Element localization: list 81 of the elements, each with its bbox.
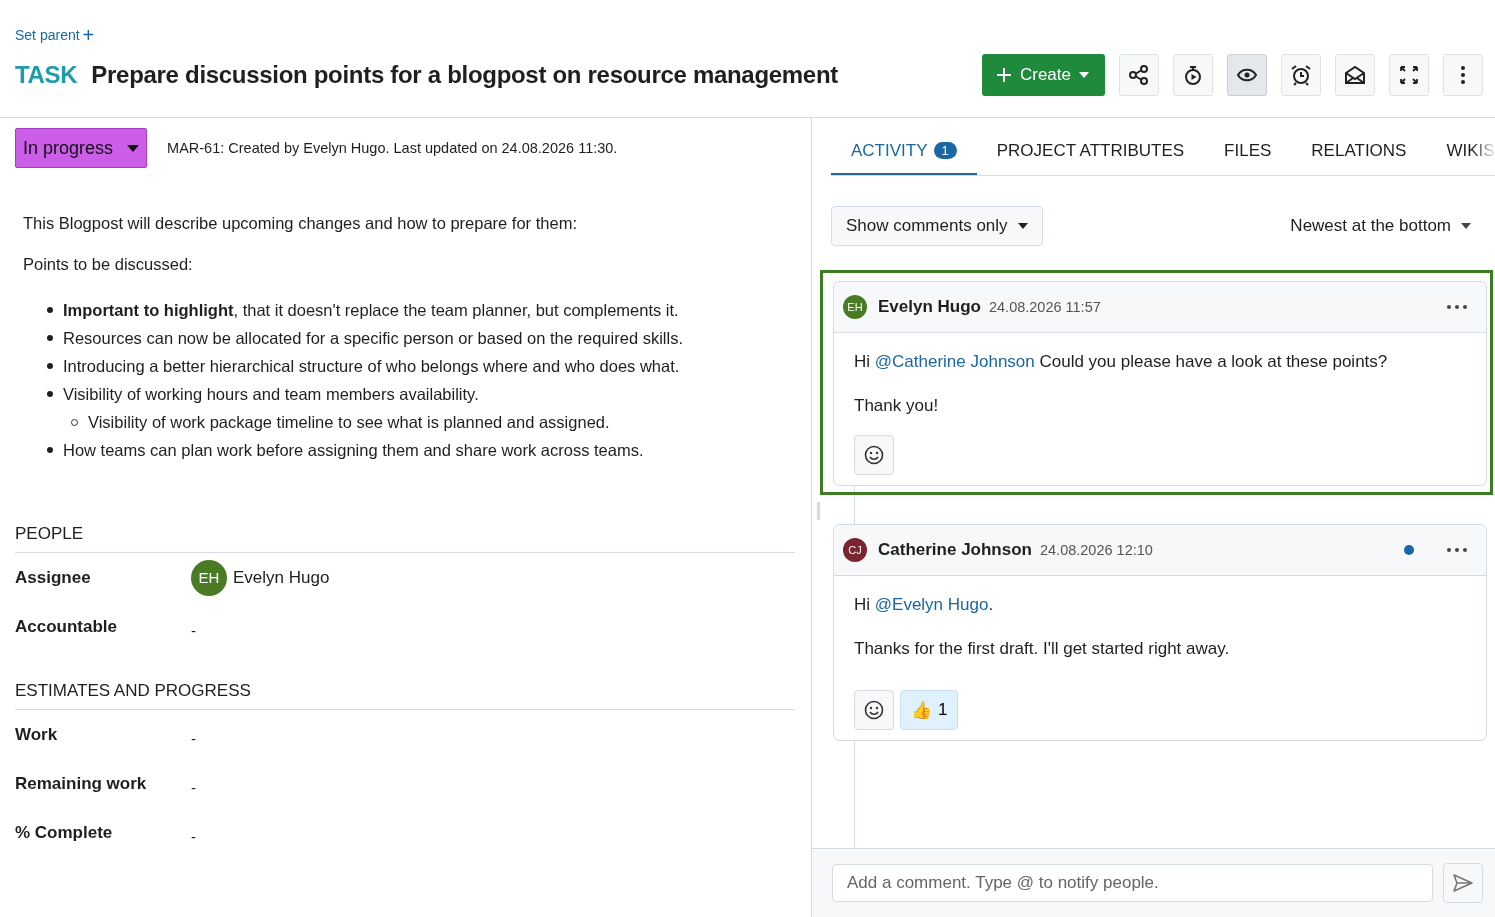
- comment-time: 24.08.2026 12:10: [1039, 542, 1153, 558]
- section-heading: PEOPLE: [15, 524, 795, 553]
- description-paragraph: This Blogpost will describe upcoming changes and how to prepare for them:: [23, 214, 578, 233]
- comment-input[interactable]: Add a comment. Type @ to notify people.: [832, 864, 1433, 902]
- work-package-title: Prepare discussion points for a blogpost on resource management: [91, 61, 838, 89]
- filter-dropdown[interactable]: Show comments only: [831, 206, 1043, 246]
- caret-icon: [1079, 72, 1089, 78]
- caret-icon: [1461, 223, 1471, 229]
- comment-text: Thanks for the first draft. I'll get started right away.: [854, 638, 1231, 660]
- created-info: MAR-61: Created by Evelyn Hugo. Last updated on 24.08.2026 11:30.: [167, 140, 618, 156]
- description-paragraph: Points to be discussed:: [23, 255, 194, 274]
- tab[interactable]: ACTIVITY 1: [831, 128, 977, 175]
- field-label: Accountable: [15, 616, 119, 637]
- share-button[interactable]: [1119, 54, 1159, 96]
- field-value: Evelyn Hugo: [233, 567, 330, 588]
- bullet-text: How teams can plan work before assigning them and share work across teams.: [63, 440, 644, 461]
- mention-link[interactable]: @Evelyn Hugo: [874, 595, 989, 614]
- add-reaction-button[interactable]: [854, 435, 894, 475]
- tab[interactable]: RELATIONS: [1291, 128, 1427, 175]
- caret-icon: [127, 144, 140, 152]
- user-avatar: CJ: [843, 538, 867, 562]
- send-button[interactable]: [1443, 863, 1483, 903]
- watch-button[interactable]: [1227, 54, 1267, 96]
- field-value: -: [191, 827, 196, 845]
- bullet-text: Visibility of working hours and team members availability.: [63, 384, 479, 405]
- bullet-icon: [47, 335, 53, 341]
- tab[interactable]: WIKIS: [1426, 128, 1495, 175]
- work-package-type: TASK: [15, 61, 78, 89]
- field-value: -: [191, 621, 196, 639]
- bullet-icon: [47, 447, 53, 453]
- more-icon[interactable]: [1446, 547, 1468, 553]
- bullet-text: Introducing a better hierarchical structure of who belongs where and who does what.: [63, 356, 680, 377]
- plus-icon: [995, 67, 1012, 83]
- reaction-button[interactable]: 👍 1: [900, 690, 959, 730]
- bullet-text: Visibility of work package timeline to see what is planned and assigned.: [88, 412, 610, 433]
- bullet-icon: [47, 391, 53, 397]
- smiley-icon: [864, 445, 884, 465]
- user-avatar: EH: [191, 559, 227, 596]
- comment-author: Catherine Johnson: [878, 540, 1032, 560]
- field-label: % Complete: [15, 822, 114, 843]
- caret-icon: [1017, 223, 1028, 229]
- bullet-icon: [47, 363, 53, 369]
- expand-icon: [1398, 64, 1420, 86]
- add-reaction-button[interactable]: [854, 690, 894, 730]
- create-button[interactable]: Create: [981, 54, 1105, 96]
- send-icon: [1452, 873, 1474, 893]
- count-badge: 1: [933, 142, 957, 159]
- timer-button[interactable]: [1173, 54, 1213, 96]
- user-avatar: EH: [843, 295, 867, 319]
- field-label: Work: [15, 724, 59, 745]
- comment-text: Hi @Catherine Johnson Could you please have a look at these points?: [854, 351, 1389, 373]
- more-icon[interactable]: [1446, 304, 1468, 310]
- smiley-icon: [864, 700, 884, 720]
- mail-button[interactable]: [1335, 54, 1375, 96]
- alarm-clock-icon: [1290, 64, 1312, 86]
- field-value: -: [191, 778, 196, 796]
- set-parent-link[interactable]: Set parent+: [15, 27, 95, 43]
- comment-text: Thank you!: [854, 395, 940, 417]
- tab[interactable]: FILES: [1204, 128, 1292, 175]
- comment-author: Evelyn Hugo: [878, 297, 981, 317]
- field-label: Assignee: [15, 567, 92, 588]
- fullscreen-button[interactable]: [1389, 54, 1429, 96]
- mention-link[interactable]: @Catherine Johnson: [874, 352, 1035, 371]
- more-button[interactable]: [1443, 54, 1483, 96]
- section-heading: ESTIMATES AND PROGRESS: [15, 681, 795, 710]
- stopwatch-icon: [1182, 64, 1204, 86]
- comment-time: 24.08.2026 11:57: [988, 299, 1101, 315]
- bullet-text: Resources can now be allocated for a specific person or based on the required skills.: [63, 328, 683, 349]
- tab[interactable]: PROJECT ATTRIBUTES: [976, 128, 1205, 175]
- resize-handle[interactable]: [817, 502, 820, 520]
- bullet-icon: [47, 307, 53, 313]
- reminder-button[interactable]: [1281, 54, 1321, 96]
- sort-dropdown[interactable]: Newest at the bottom: [1284, 215, 1477, 237]
- more-icon: [1461, 66, 1465, 84]
- share-icon: [1128, 64, 1150, 86]
- field-value: -: [191, 729, 196, 747]
- status-dropdown[interactable]: In progress: [15, 128, 148, 168]
- comment-text: Hi @Evelyn Hugo.: [854, 594, 995, 616]
- envelope-icon: [1344, 64, 1366, 86]
- field-label: Remaining work: [15, 773, 148, 794]
- bullet-text: Important to highlight, that it doesn't replace the team planner, but complements it.: [63, 300, 679, 321]
